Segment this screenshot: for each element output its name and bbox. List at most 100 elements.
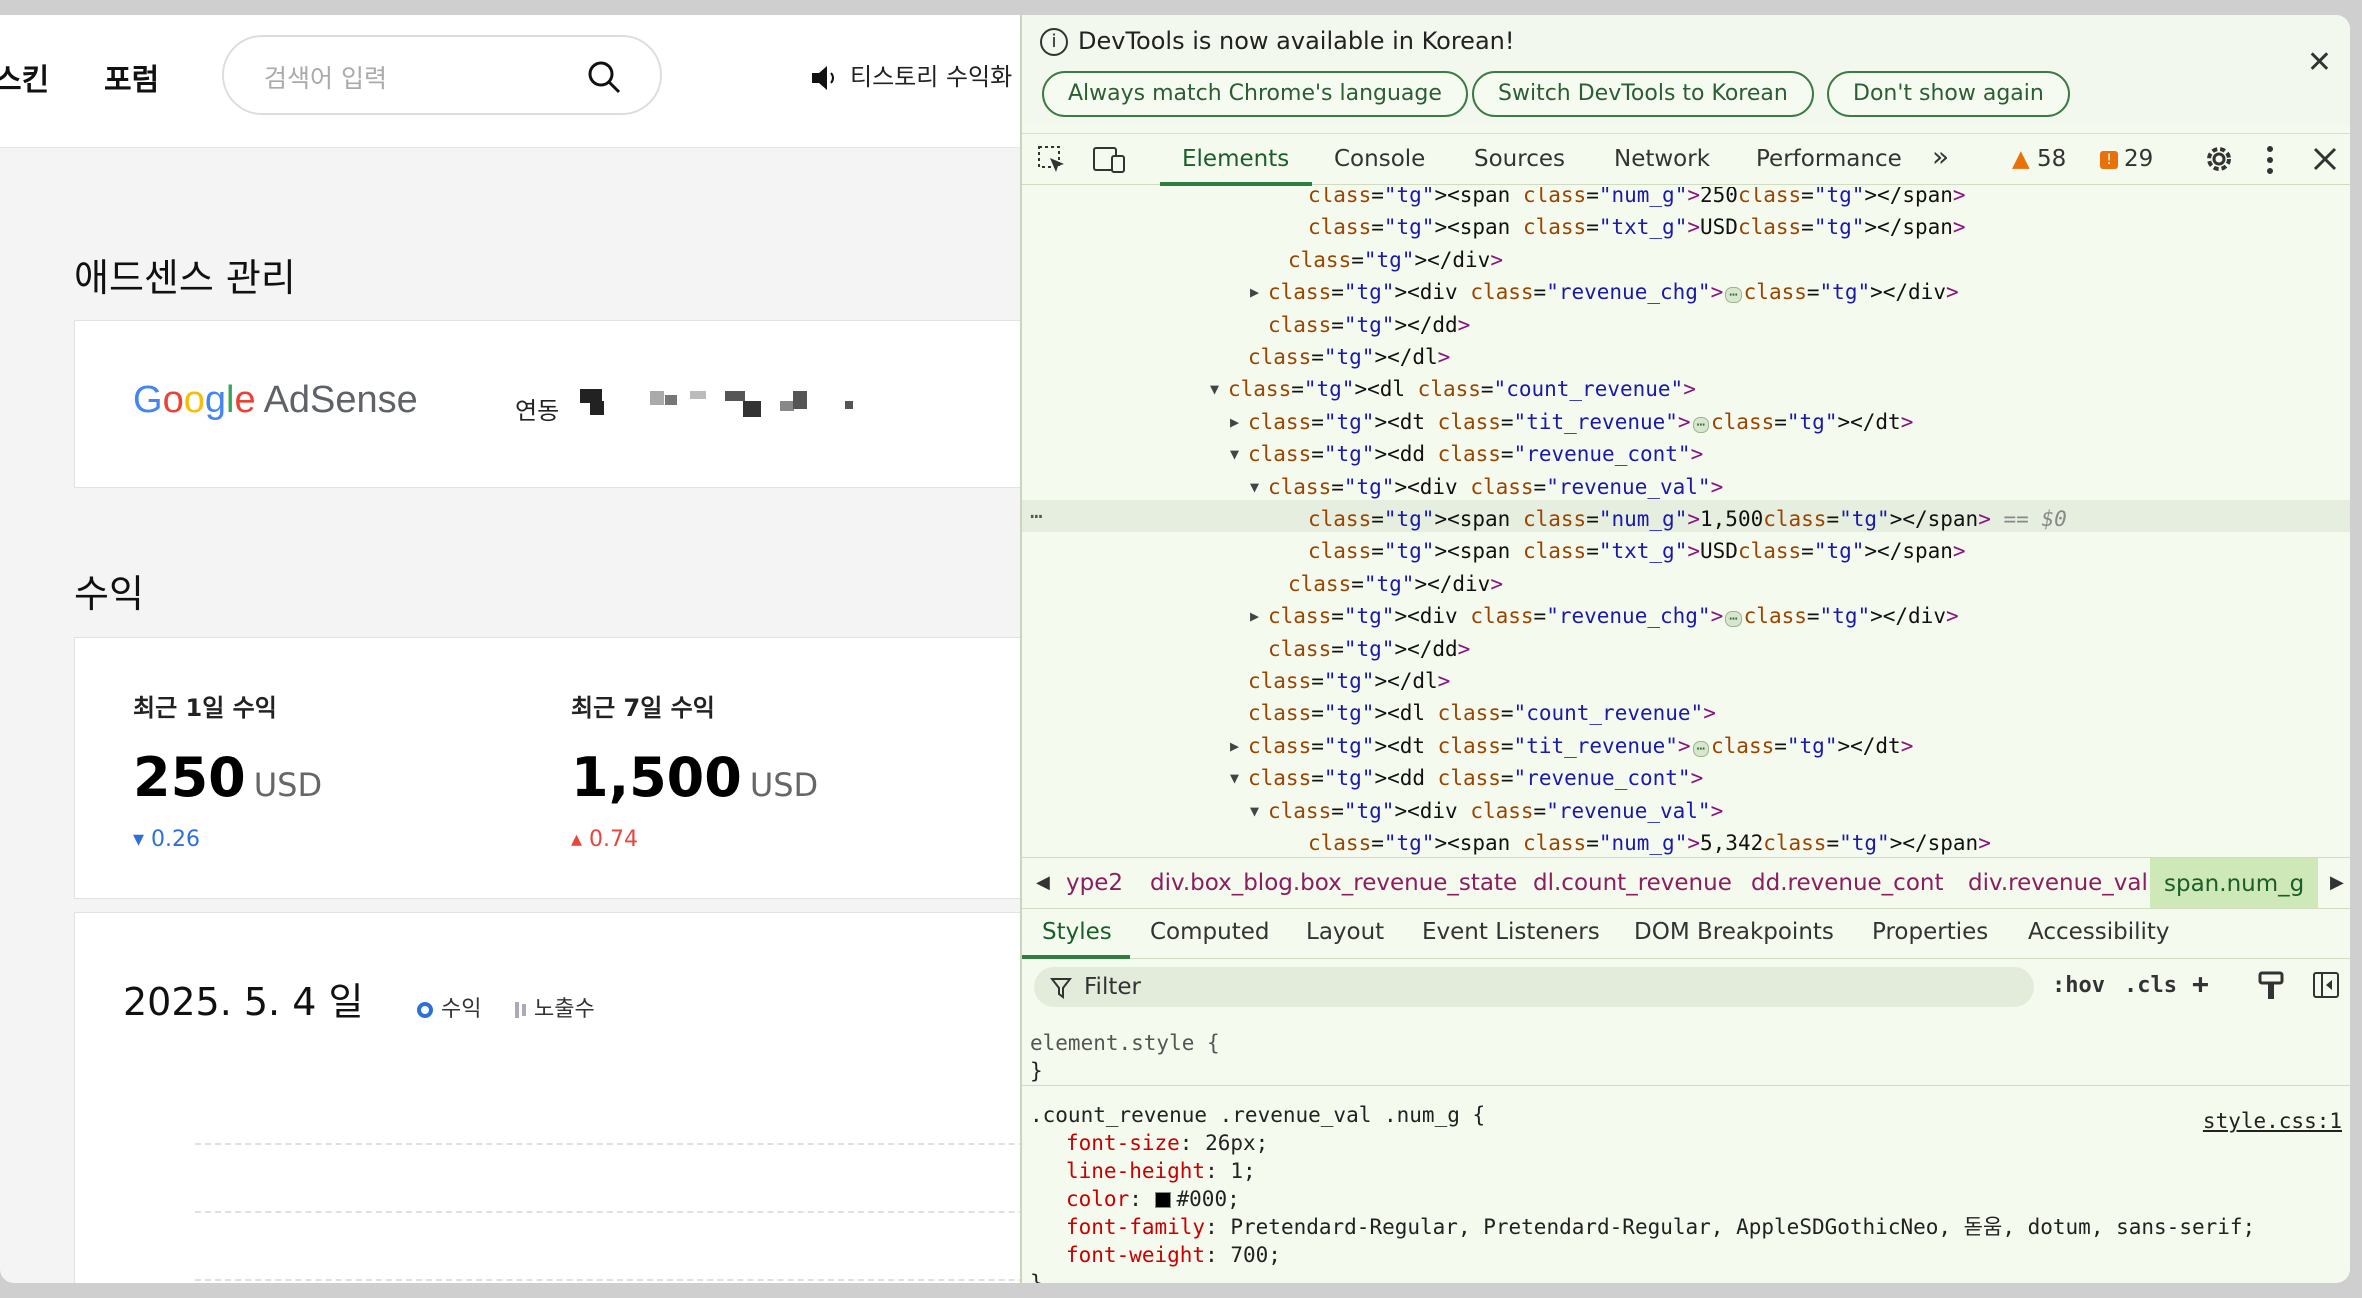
dom-node-line[interactable]: class="tg"><span class="num_g">5,342clas… (1308, 827, 1991, 857)
chart-gridline (195, 1143, 1020, 1145)
hover-state-toggle[interactable]: :hov (2052, 973, 2105, 998)
close-devtools-icon[interactable] (2312, 146, 2338, 172)
breadcrumb-item[interactable]: div.revenue_val (1968, 870, 2148, 896)
dom-node-line[interactable]: class="tg"></dd> (1268, 309, 1470, 341)
dom-node-line[interactable]: class="tg"><dd class="revenue_cont"> (1248, 438, 1703, 470)
dom-node-line[interactable]: class="tg"></dd> (1268, 633, 1470, 665)
breadcrumb-item[interactable]: div.box_blog.box_revenue_state (1150, 870, 1517, 896)
collapse-arrow-icon[interactable]: ▼ (1210, 373, 1219, 405)
legend-revenue[interactable]: 수익 (417, 991, 481, 1023)
gear-icon[interactable] (2202, 142, 2236, 176)
scroll-right-icon[interactable]: ▶ (2330, 872, 2344, 893)
close-icon[interactable]: ✕ (2307, 45, 2332, 80)
add-rule-icon[interactable]: + (2192, 967, 2209, 1000)
dom-node-line[interactable]: class="tg"><div class="revenue_chg"> ⋯ cla… (1268, 276, 1959, 308)
errors-badge[interactable]: ! 29 (2100, 146, 2153, 172)
subtab-properties[interactable]: Properties (1872, 919, 1988, 945)
dom-node-line[interactable]: class="tg"><dd class="revenue_cont"> (1248, 762, 1703, 794)
css-property: color: #000; (1066, 1187, 1240, 1211)
stylesheet-link[interactable]: style.css:1 (2203, 1109, 2342, 1133)
dom-node-line[interactable]: class="tg"></dl> (1248, 341, 1450, 373)
breadcrumb: ◀ ype2 div.box_blog.box_revenue_state dl… (1022, 857, 2350, 909)
css-property: font-weight: 700; (1066, 1243, 1281, 1267)
breadcrumb-item[interactable]: dl.count_revenue (1533, 870, 1732, 896)
breadcrumb-item[interactable]: ype2 (1066, 870, 1123, 896)
devtools-panel: i DevTools is now available in Korean! Al… (1020, 15, 2350, 1283)
issue-icon: ! (2100, 150, 2118, 169)
nav-forum-link[interactable]: 포럼 (104, 55, 159, 99)
collapse-arrow-icon[interactable]: ▼ (1250, 795, 1259, 827)
dom-node-line[interactable]: class="tg"><dl class="count_revenue"> (1228, 373, 1696, 405)
warning-icon: ▲ (2012, 146, 2030, 172)
dom-node-line[interactable]: class="tg"><dt class="tit_revenue"> ⋯ clas… (1248, 730, 1913, 762)
styles-pane[interactable]: element.style { } .count_revenue .revenu… (1022, 1015, 2350, 1283)
subtab-layout[interactable]: Layout (1306, 919, 1384, 945)
expand-arrow-icon[interactable]: ▶ (1250, 600, 1259, 632)
collapse-arrow-icon[interactable]: ▼ (1230, 762, 1239, 794)
chart-card: 2025. 5. 4 일 수익 노출수 (74, 912, 1020, 1283)
search-input[interactable]: 검색어 입력 (264, 59, 387, 95)
paint-brush-icon[interactable] (2258, 971, 2284, 1001)
dom-node-line[interactable]: class="tg"></div> (1288, 244, 1503, 276)
tab-network[interactable]: Network (1614, 146, 1710, 172)
expand-arrow-icon[interactable]: ▶ (1230, 730, 1239, 762)
subtab-dom-breakpoints[interactable]: DOM Breakpoints (1634, 919, 1834, 945)
tab-sources[interactable]: Sources (1474, 146, 1565, 172)
notice-banner[interactable]: 티스토리 수익화 (810, 57, 1012, 92)
rule-close: } (1030, 1059, 1043, 1083)
sidebar-toggle-icon[interactable] (2312, 971, 2340, 999)
more-tabs-icon[interactable]: » (1932, 140, 1949, 173)
dom-node-line[interactable]: class="tg"><div class="revenue_chg"> ⋯ cla… (1268, 600, 1959, 632)
dom-tree[interactable]: ⋯ class="tg"><span class="num_g">250clas… (1022, 187, 2350, 857)
dom-node-line[interactable]: class="tg"></div> (1288, 568, 1503, 600)
collapse-arrow-icon[interactable]: ▼ (1230, 438, 1239, 470)
styles-filter-input[interactable]: Filter (1034, 967, 2034, 1007)
dont-show-again-button[interactable]: Don't show again (1827, 71, 2070, 117)
adsense-section-title: 애드센스 관리 (74, 256, 296, 300)
switch-to-korean-button[interactable]: Switch DevTools to Korean (1472, 71, 1814, 117)
styles-subtabs: Styles Computed Layout Event Listeners D… (1022, 909, 2350, 959)
dom-node-line[interactable]: class="tg"><dl class="count_revenue"> (1248, 697, 1716, 729)
color-swatch[interactable] (1154, 1192, 1171, 1208)
breadcrumb-item-active[interactable]: span.num_g (2150, 858, 2319, 908)
always-match-language-button[interactable]: Always match Chrome's language (1042, 71, 1468, 117)
dom-node-line[interactable]: class="tg"></dl> (1248, 665, 1450, 697)
tab-elements[interactable]: Elements (1182, 146, 1289, 172)
circle-icon (417, 1002, 433, 1018)
inspect-element-icon[interactable] (1036, 144, 1068, 176)
scroll-left-icon[interactable]: ◀ (1036, 872, 1050, 893)
subtab-computed[interactable]: Computed (1150, 919, 1269, 945)
device-toolbar-icon[interactable] (1092, 144, 1126, 176)
breadcrumb-item[interactable]: dd.revenue_cont (1751, 870, 1944, 896)
dom-node-line[interactable]: class="tg"><span class="txt_g">USDclass=… (1308, 211, 1966, 243)
warnings-badge[interactable]: ▲ 58 (2012, 146, 2066, 172)
dom-node-line[interactable]: class="tg"><span class="num_g">1,500clas… (1308, 503, 2067, 535)
dom-node-line[interactable]: class="tg"><span class="num_g">250class=… (1308, 187, 1966, 211)
more-options-icon[interactable] (2264, 144, 2276, 176)
collapse-arrow-icon[interactable]: ▼ (1250, 471, 1259, 503)
devtools-infobar: i DevTools is now available in Korean! Al… (1022, 15, 2350, 125)
dom-node-line[interactable]: class="tg"><div class="revenue_val"> (1268, 471, 1723, 503)
legend-views[interactable]: 노출수 (515, 991, 595, 1023)
dom-node-line[interactable]: class="tg"><span class="txt_g">USDclass=… (1308, 535, 1966, 567)
search-icon[interactable] (586, 59, 622, 95)
dom-node-line[interactable]: class="tg"><div class="revenue_val"> (1268, 795, 1723, 827)
subtab-event-listeners[interactable]: Event Listeners (1422, 919, 1600, 945)
element-style-selector[interactable]: element.style { (1030, 1029, 1220, 1057)
subtab-accessibility[interactable]: Accessibility (2028, 919, 2170, 945)
nav-skin-link[interactable]: 스킨 (0, 55, 49, 99)
class-toggle[interactable]: .cls (2124, 973, 2177, 998)
css-property: font-size: 26px; (1066, 1131, 1269, 1155)
subtab-styles[interactable]: Styles (1042, 919, 1112, 945)
tab-console[interactable]: Console (1334, 146, 1425, 172)
search-box[interactable]: 검색어 입력 (222, 35, 662, 115)
row-menu-icon[interactable]: ⋯ (1030, 500, 1043, 532)
expand-arrow-icon[interactable]: ▶ (1250, 276, 1259, 308)
tab-performance[interactable]: Performance (1756, 146, 1902, 172)
revenue-label: 최근 7일 수익 (571, 694, 715, 722)
css-selector[interactable]: .count_revenue .revenue_val .num_g { (1030, 1101, 1485, 1129)
rule-divider (1022, 1085, 2350, 1086)
revenue-unit: USD (749, 766, 819, 804)
expand-arrow-icon[interactable]: ▶ (1230, 406, 1239, 438)
dom-node-line[interactable]: class="tg"><dt class="tit_revenue"> ⋯ clas… (1248, 406, 1913, 438)
